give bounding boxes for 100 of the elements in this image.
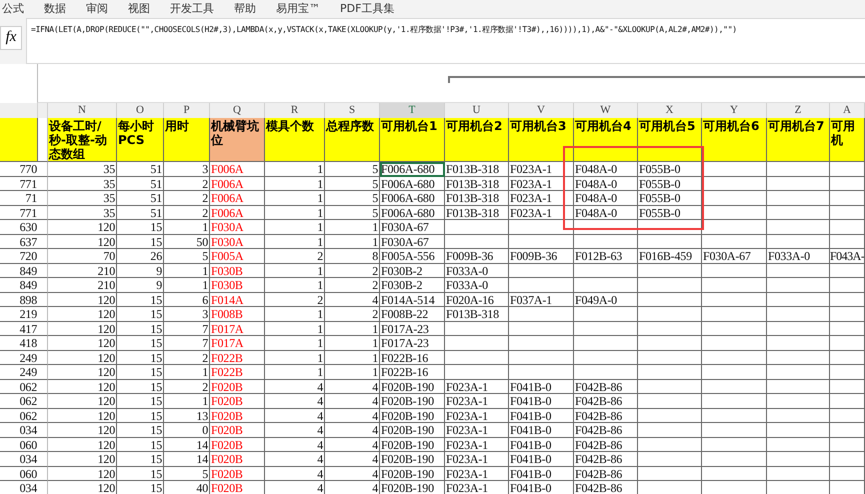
table-cell: F023A-1 — [509, 191, 574, 206]
table-cell — [38, 278, 48, 292]
table-cell — [638, 380, 702, 394]
table-cell: F033A-0 — [445, 264, 509, 278]
table-cell — [638, 466, 702, 481]
header-cell: 可用机台3 — [509, 118, 574, 162]
menu-item[interactable]: 公式 — [2, 0, 24, 16]
table-cell: 0 — [164, 423, 210, 438]
table-cell: F020A-16 — [445, 292, 509, 307]
table-cell — [445, 220, 509, 234]
table-cell — [38, 452, 48, 466]
table-cell: F023A-1 — [445, 466, 509, 481]
header-cell: 可用机台6 — [702, 118, 767, 162]
table-cell: F013B-318 — [445, 191, 509, 206]
menu-item[interactable]: 易用宝™ — [276, 0, 320, 16]
table-cell: 1 — [265, 336, 325, 350]
menu-item[interactable]: PDF工具集 — [340, 0, 394, 16]
table-cell: F006A — [210, 162, 265, 176]
menu-item[interactable]: 数据 — [44, 0, 66, 16]
table-cell: 720 — [0, 249, 38, 264]
table-cell: 2 — [164, 350, 210, 365]
table-cell: F020B-190 — [380, 452, 445, 466]
table-cell — [38, 206, 48, 220]
table-cell: 120 — [48, 234, 117, 249]
table-cell: F030A — [210, 234, 265, 249]
table-cell: 15 — [117, 452, 164, 466]
table-cell — [38, 292, 48, 307]
table-cell: F030A-67 — [380, 220, 445, 234]
formula-field[interactable]: =IFNA(LET(A,DROP(REDUCE("",CHOOSECOLS(H2#,3),LAMBDA(x,y,VSTACK(x,TAKE(XLOOKUP(y,'1.程序数据'!P3#,'1.程序数据'!T3#),,16)))),1),A&"-"&XLOOKUP(A,AL2#,AM2#)),"") — [26, 18, 865, 64]
menu-item[interactable]: 视图 — [128, 0, 150, 16]
table-cell — [638, 365, 702, 380]
table-cell: F013B-318 — [445, 206, 509, 220]
header-cell: 用时 — [164, 118, 210, 162]
table-cell: 1 — [164, 278, 210, 292]
table-cell: 219 — [0, 307, 38, 322]
table-cell — [830, 278, 865, 292]
table-cell: 4 — [265, 408, 325, 423]
table-cell: 5 — [325, 176, 380, 191]
table-cell: F006A-680 — [380, 176, 445, 191]
table-cell — [767, 394, 830, 408]
table-cell: 4 — [325, 292, 380, 307]
table-cell: 5 — [164, 466, 210, 481]
table-cell — [830, 206, 865, 220]
table-cell: F023A-1 — [445, 408, 509, 423]
table-cell: 1 — [265, 206, 325, 220]
table-cell: 210 — [48, 264, 117, 278]
table-cell — [767, 438, 830, 452]
table-cell: 637 — [0, 234, 38, 249]
table-cell — [638, 322, 702, 336]
table-cell: 7 — [164, 336, 210, 350]
table-cell: 4 — [325, 481, 380, 494]
table-cell: 70 — [48, 249, 117, 264]
table-cell — [702, 206, 767, 220]
table-cell: 1 — [265, 162, 325, 176]
table-cell — [830, 220, 865, 234]
table-cell — [574, 307, 638, 322]
table-cell: F013B-318 — [445, 176, 509, 191]
table-cell: 50 — [164, 234, 210, 249]
table-cell: F043A- — [830, 249, 865, 264]
table-cell: 120 — [48, 452, 117, 466]
table-cell: F023A-1 — [509, 162, 574, 176]
outline-bracket[interactable] — [448, 76, 865, 83]
table-cell: 1 — [164, 365, 210, 380]
table-cell: F033A-0 — [767, 249, 830, 264]
header-cell: 可用机台5 — [638, 118, 702, 162]
table-cell: 2 — [325, 307, 380, 322]
table-cell — [574, 278, 638, 292]
table-cell: F020B-190 — [380, 394, 445, 408]
table-cell: 418 — [0, 336, 38, 350]
table-cell: 120 — [48, 423, 117, 438]
table-cell: 1 — [164, 220, 210, 234]
menu-item[interactable]: 帮助 — [234, 0, 256, 16]
menu-item[interactable]: 开发工具 — [170, 0, 214, 16]
table-cell: 1 — [164, 394, 210, 408]
table-cell: 5 — [325, 206, 380, 220]
table-cell — [574, 336, 638, 350]
table-cell: 2 — [164, 206, 210, 220]
table-cell: F013B-318 — [445, 162, 509, 176]
table-cell — [38, 220, 48, 234]
table-cell — [574, 365, 638, 380]
table-cell — [767, 206, 830, 220]
table-cell: F006A-680 — [380, 162, 445, 176]
table-cell — [509, 336, 574, 350]
table-cell: F042B-86 — [574, 481, 638, 494]
menu-item[interactable]: 审阅 — [86, 0, 108, 16]
table-cell — [830, 292, 865, 307]
table-cell: F041B-0 — [509, 394, 574, 408]
table-cell: 15 — [117, 322, 164, 336]
table-cell — [509, 278, 574, 292]
table-cell: 034 — [0, 452, 38, 466]
table-cell: 15 — [117, 380, 164, 394]
table-cell: F042B-86 — [574, 408, 638, 423]
function-icon[interactable]: fx — [0, 26, 22, 50]
table-cell — [574, 234, 638, 249]
table-cell — [830, 234, 865, 249]
table-cell — [767, 380, 830, 394]
table-cell — [702, 380, 767, 394]
table-cell: 4 — [325, 408, 380, 423]
table-cell: 1 — [325, 220, 380, 234]
table-cell: 120 — [48, 307, 117, 322]
